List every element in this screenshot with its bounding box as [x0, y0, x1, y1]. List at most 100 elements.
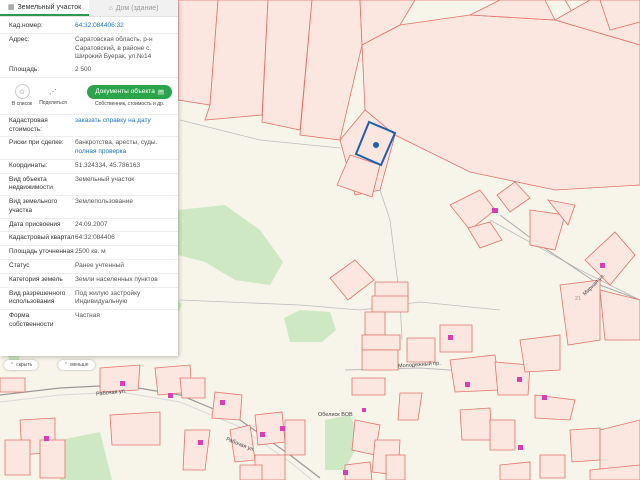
- chevron-up-icon: ⌃: [64, 362, 69, 368]
- status-label: Статус: [9, 262, 30, 270]
- parcel: [239, 464, 263, 480]
- parcel: [361, 334, 401, 351]
- documents-subtitle: Собственник, стоимость и др.: [95, 100, 165, 107]
- quarter-value: 64:32:084406: [75, 234, 115, 242]
- less-label: меньше: [70, 362, 89, 368]
- less-button[interactable]: ⌃ меньше: [58, 360, 95, 370]
- row-area-refined: Площадь уточненная 2500 кв. м: [0, 246, 178, 261]
- row-cad-cost: Кадастровая стоимость: заказать справку …: [0, 115, 178, 138]
- share-label: Поделиться: [39, 100, 67, 107]
- area-label: Площадь:: [9, 66, 40, 74]
- parcel: [406, 337, 436, 363]
- parcel: [459, 407, 493, 441]
- row-cadnum: Кад.номер: 64:32:084406:32: [0, 17, 178, 34]
- hide-panel-button[interactable]: ⌃ скрыть: [4, 360, 39, 370]
- parcel: [439, 324, 473, 353]
- row-quarter: Кадастровый квартал 64:32:084406: [0, 232, 178, 247]
- parcel: [0, 377, 26, 393]
- documents-block: Документы объекта ▤ Собственник, стоимос…: [87, 84, 172, 107]
- parcel: [4, 439, 31, 476]
- land-use-kind-label: Вид земельного участка: [9, 198, 58, 214]
- object-kind-value: Земельный участок: [75, 175, 135, 183]
- parcel: [489, 419, 516, 451]
- documents-button-label: Документы объекта: [95, 88, 155, 96]
- row-coords: Координаты: 51.324334, 45.786163: [0, 160, 178, 174]
- area-value: 2 500: [75, 66, 92, 74]
- tab-parcel[interactable]: ▦ Земельный участок: [0, 0, 89, 16]
- address-value: Саратовская область, р-н Саратовский, в …: [75, 35, 153, 61]
- parcel: [385, 454, 406, 480]
- parcel: [539, 454, 566, 479]
- row-risks: Риски при сделке: банкротства, аресты, с…: [0, 137, 178, 160]
- area-refined-value: 2500 кв. м: [75, 248, 106, 256]
- add-to-list-label: В список: [11, 101, 33, 108]
- land-use-kind-value: Землепользование: [75, 198, 133, 206]
- quarter-label: Кадастровый квартал: [9, 234, 75, 242]
- parcel: [569, 427, 601, 463]
- row-permitted-use: Вид разрешенного использования Под жилую…: [0, 288, 178, 311]
- star-icon: ☆: [14, 84, 30, 100]
- landmark-label: Обелиск ВОВ: [318, 412, 353, 418]
- coords-label: Координаты:: [9, 161, 48, 169]
- risks-value: банкротства, аресты, суды. полная провер…: [75, 139, 172, 157]
- address-label: Адрес:: [9, 35, 30, 43]
- risks-label: Риски при сделке:: [9, 139, 64, 147]
- parcel: [397, 392, 423, 421]
- cad-cost-link[interactable]: заказать справку на дату: [75, 117, 172, 135]
- parcel: [211, 391, 243, 421]
- chevron-up-icon: ⌃: [10, 362, 15, 368]
- row-date: Дата присвоения 24.09.2007: [0, 219, 178, 233]
- parcel-icon: ▦: [7, 4, 15, 11]
- documents-button[interactable]: Документы объекта ▤: [87, 84, 172, 99]
- ownership-value: Частная: [75, 312, 100, 320]
- parcel: [284, 419, 306, 456]
- hide-panel-label: скрыть: [16, 362, 33, 368]
- object-kind-label: Вид объекта недвижимости: [9, 175, 53, 192]
- share-button[interactable]: ⋰ Поделиться: [39, 85, 67, 107]
- tab-house-label: Дом (здание): [115, 4, 159, 12]
- tab-house[interactable]: ⌂ Дом (здание): [89, 0, 178, 16]
- category-value: Земли населенных пунктов: [75, 275, 158, 283]
- cad-cost-label: Кадастровая стоимость:: [9, 116, 48, 133]
- date-value: 24.09.2007: [75, 220, 108, 228]
- risks-text: банкротства, аресты, суды.: [75, 139, 158, 147]
- tab-bar: ▦ Земельный участок ⌂ Дом (здание): [0, 0, 178, 17]
- parcel: [364, 311, 386, 336]
- full-check-link[interactable]: полная проверка: [75, 148, 172, 157]
- actions-row: ☆ В список ⋰ Поделиться Документы объект…: [0, 78, 178, 115]
- add-to-list-button[interactable]: ☆ В список: [8, 84, 36, 107]
- parcel: [109, 411, 161, 446]
- document-icon: ▤: [157, 88, 164, 96]
- row-area: Площадь: 2 500: [0, 64, 178, 78]
- parcel: [182, 429, 211, 471]
- share-icon: ⋰: [49, 88, 57, 96]
- parcel: [99, 364, 141, 393]
- ownership-label: Форма собственности: [9, 312, 54, 328]
- permitted-use-value: Под жилую застройку Индивидуальную: [75, 289, 141, 306]
- date-label: Дата присвоения: [9, 220, 61, 228]
- row-land-use-kind: Вид земельного участка Землепользование: [0, 196, 178, 219]
- permitted-use-label: Вид разрешенного использования: [9, 289, 66, 306]
- category-label: Категория земель: [9, 275, 63, 283]
- row-ownership: Форма собственности Частная: [0, 310, 178, 332]
- status-value: Ранее учтенный: [75, 262, 124, 270]
- row-address: Адрес: Саратовская область, р-н Саратовс…: [0, 34, 178, 64]
- selected-parcel-marker: [373, 142, 379, 148]
- parcel: [499, 461, 531, 480]
- parcel-info-panel: ▦ Земельный участок ⌂ Дом (здание) Кад.н…: [0, 0, 178, 356]
- cadnum-value[interactable]: 64:32:084406:32: [75, 22, 172, 31]
- house-icon: ⌂: [108, 4, 113, 12]
- cadnum-label: Кад.номер:: [9, 22, 43, 29]
- tab-parcel-label: Земельный участок: [17, 3, 82, 11]
- parcel: [371, 295, 409, 313]
- row-status: Статус Ранее учтенный: [0, 260, 178, 274]
- parcel: [351, 377, 386, 396]
- parcel: [344, 461, 373, 480]
- row-object-kind: Вид объекта недвижимости Земельный участ…: [0, 174, 178, 197]
- row-category: Категория земель Земли населенных пункто…: [0, 274, 178, 288]
- parcel: [39, 439, 66, 479]
- parcel: [179, 377, 206, 399]
- parcel: [449, 354, 501, 393]
- parcel: [361, 349, 399, 371]
- coords-value: 51.324334, 45.786163: [75, 161, 141, 169]
